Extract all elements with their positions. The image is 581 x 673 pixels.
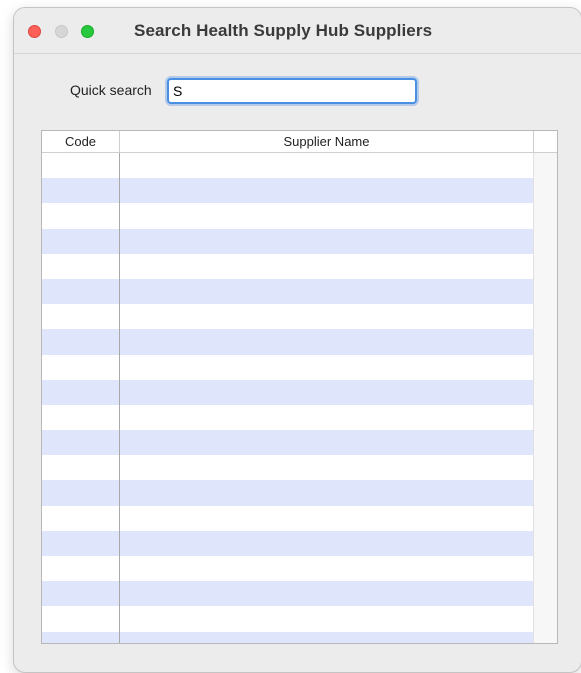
column-header-filler [534,131,557,153]
minimize-window-button[interactable] [55,25,68,38]
supplier-name-cell [120,405,534,430]
table-row[interactable] [42,430,534,456]
column-header-supplier-name[interactable]: Supplier Name [120,131,534,153]
supplier-search-window: Search Health Supply Hub Suppliers Quick… [14,8,581,672]
table-row[interactable] [42,203,534,229]
code-cell [42,329,120,355]
suppliers-table: Code Supplier Name [41,130,558,644]
code-cell [42,631,120,643]
table-row[interactable] [42,379,534,405]
table-row[interactable] [42,404,534,431]
table-row[interactable] [42,278,534,305]
supplier-name-cell [120,153,534,178]
code-cell [42,354,120,380]
code-cell [42,505,120,531]
supplier-name-cell [120,632,534,643]
code-cell [42,530,120,556]
supplier-name-cell [120,380,534,405]
supplier-name-cell [120,531,534,556]
table-row[interactable] [42,530,534,556]
supplier-name-cell [120,229,534,254]
code-cell [42,606,120,632]
supplier-name-cell [120,606,534,631]
table-row[interactable] [42,556,534,582]
code-cell [42,203,120,229]
code-cell [42,556,120,582]
supplier-name-cell [120,279,534,304]
table-row[interactable] [42,505,534,531]
supplier-name-cell [120,178,534,203]
code-cell [42,178,120,204]
quick-search-label: Quick search [70,82,152,98]
supplier-name-cell [120,203,534,228]
vertical-scrollbar[interactable] [533,153,557,643]
quick-search-input[interactable] [167,78,417,104]
code-cell [42,153,120,179]
supplier-name-cell [120,254,534,279]
supplier-name-cell [120,455,534,480]
table-row[interactable] [42,581,534,607]
code-cell [42,379,120,405]
table-row[interactable] [42,329,534,355]
code-cell [42,253,120,279]
supplier-name-cell [120,430,534,455]
table-row[interactable] [42,153,534,179]
table-body[interactable] [42,153,534,643]
supplier-name-cell [120,304,534,329]
table-row[interactable] [42,354,534,380]
table-row[interactable] [42,631,534,643]
supplier-name-cell [120,581,534,606]
code-cell [42,304,120,330]
code-cell [42,430,120,456]
column-header-code[interactable]: Code [42,131,120,153]
code-cell [42,278,120,305]
table-row[interactable] [42,455,534,481]
title-bar: Search Health Supply Hub Suppliers [14,8,581,54]
code-cell [42,228,120,254]
code-cell [42,480,120,506]
window-title: Search Health Supply Hub Suppliers [134,21,433,40]
supplier-name-cell [120,329,534,354]
code-cell [42,455,120,481]
supplier-name-cell [120,506,534,531]
maximize-window-button[interactable] [81,25,94,38]
table-header: Code Supplier Name [42,131,557,153]
supplier-name-cell [120,480,534,505]
table-row[interactable] [42,606,534,632]
table-row[interactable] [42,253,534,279]
supplier-name-cell [120,355,534,380]
table-row[interactable] [42,228,534,254]
code-cell [42,581,120,607]
close-window-button[interactable] [28,25,41,38]
table-row[interactable] [42,304,534,330]
table-row[interactable] [42,480,534,506]
table-row[interactable] [42,178,534,204]
supplier-name-cell [120,556,534,581]
code-cell [42,404,120,431]
